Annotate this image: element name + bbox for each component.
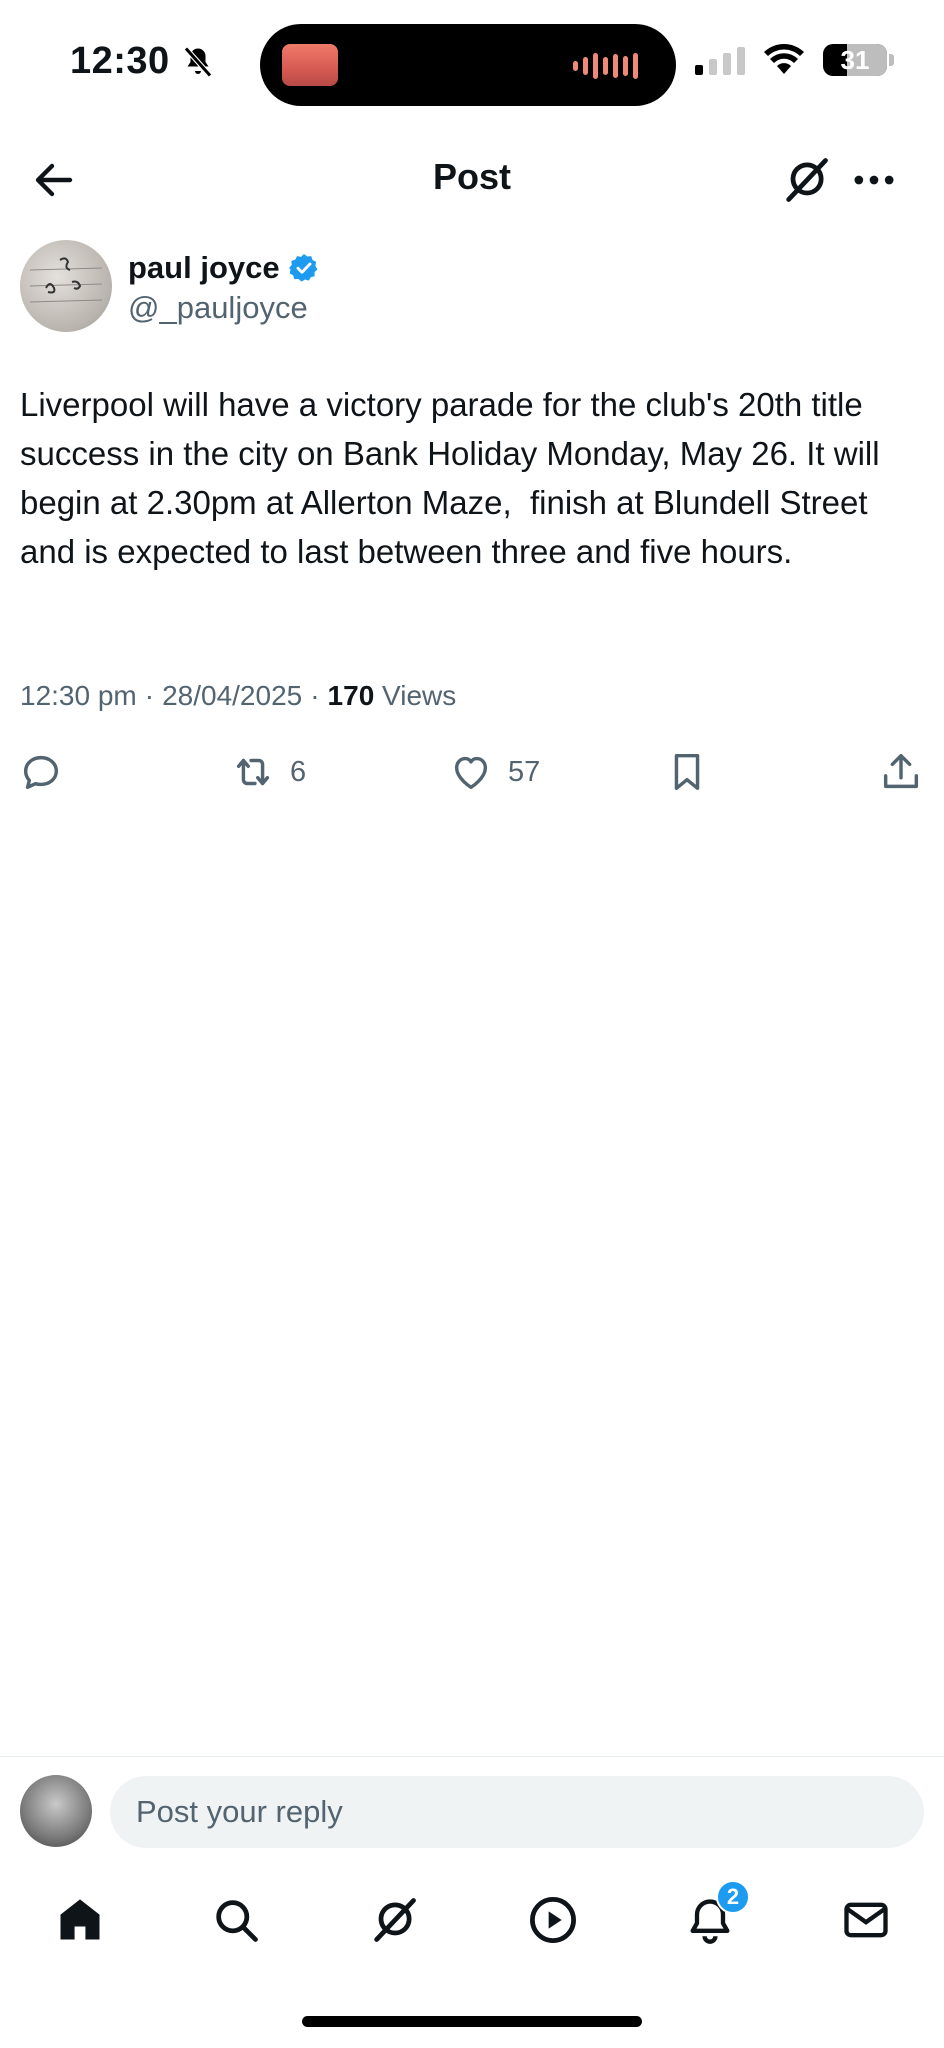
nav-search[interactable] (206, 1890, 266, 1950)
wifi-icon (764, 44, 804, 74)
reply-icon (23, 755, 59, 790)
status-bar: 12:30 31 (0, 0, 944, 130)
nav-video[interactable] (523, 1890, 583, 1950)
cellular-signal-icon (695, 45, 745, 75)
battery-icon: 31 (823, 44, 894, 76)
bookmark-button[interactable] (664, 742, 710, 802)
status-time-text: 12:30 (70, 40, 170, 82)
post-text: Liverpool will have a victory parade for… (20, 386, 889, 570)
post-author[interactable]: paul joyce @_pauljoyce (20, 240, 920, 336)
reply-input[interactable] (110, 1776, 924, 1848)
bell-slash-icon (183, 46, 212, 77)
home-indicator[interactable] (302, 2016, 642, 2027)
reply-bar (0, 1772, 944, 1852)
retweet-button[interactable]: 6 (230, 742, 306, 802)
post-time[interactable]: 12:30 pm (20, 680, 137, 712)
author-name-row: paul joyce (128, 250, 320, 286)
post-date[interactable]: 28/04/2025 (162, 680, 302, 712)
retweet-icon (236, 758, 270, 786)
status-time: 12:30 (70, 40, 216, 83)
like-button[interactable]: 57 (448, 742, 540, 802)
battery-level: 31 (840, 44, 870, 75)
post-meta: 12:30 pm · 28/04/2025 · 170 Views (20, 680, 456, 712)
now-playing-thumbnail (282, 44, 338, 86)
more-horizontal-icon[interactable] (848, 154, 900, 206)
audio-waveform-icon (573, 52, 638, 80)
author-avatar[interactable] (20, 240, 112, 332)
post-header: Post (0, 140, 944, 220)
play-icon (530, 1897, 576, 1943)
views-label: Views (382, 680, 457, 711)
home-icon (60, 1899, 100, 1940)
grok-icon (374, 1898, 416, 1942)
bookmark-icon (674, 753, 700, 791)
meta-separator: · (144, 680, 155, 711)
share-button[interactable] (878, 742, 924, 802)
author-name[interactable]: paul joyce (128, 250, 280, 286)
views-count[interactable]: 170 (328, 680, 375, 711)
avatar-sketch-icon (29, 257, 103, 303)
meta-separator: · (310, 680, 320, 711)
nav-notifications[interactable]: 2 (680, 1880, 750, 1950)
nav-home[interactable] (50, 1890, 110, 1950)
notifications-badge: 2 (716, 1880, 750, 1914)
author-handle[interactable]: @_pauljoyce (128, 290, 308, 326)
share-icon (883, 753, 919, 789)
reply-divider (0, 1756, 944, 1757)
verified-badge-icon (288, 254, 318, 282)
nav-messages[interactable] (836, 1890, 896, 1950)
grok-icon[interactable] (780, 154, 832, 206)
status-indicators: 31 (695, 44, 894, 76)
reply-button[interactable] (18, 742, 64, 802)
retweet-count: 6 (290, 755, 307, 788)
like-count: 57 (508, 755, 541, 788)
bottom-nav: 2 (0, 1880, 944, 1960)
nav-grok[interactable] (364, 1890, 424, 1950)
post-actions: 6 57 (0, 742, 944, 802)
search-icon (216, 1900, 258, 1942)
user-avatar[interactable] (20, 1775, 92, 1847)
dynamic-island (260, 24, 676, 106)
heart-icon (454, 756, 488, 790)
mail-icon (844, 1902, 888, 1938)
